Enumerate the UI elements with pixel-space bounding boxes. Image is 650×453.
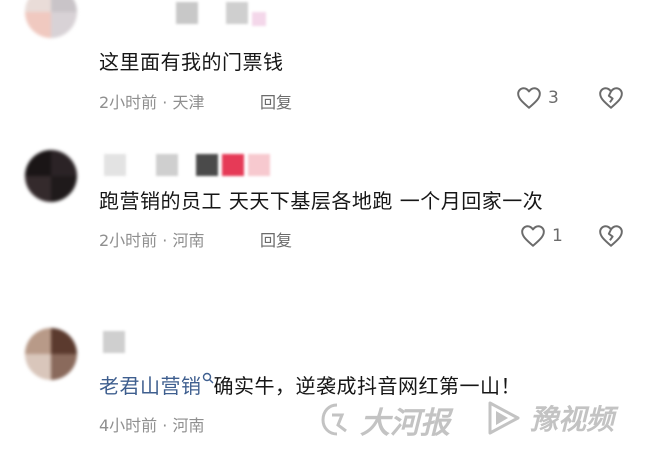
heart-outline-icon (521, 225, 545, 247)
heart-outline-icon (517, 87, 541, 109)
comment-text: 跑营销的员工 天天下基层各地跑 一个月回家一次 (99, 189, 544, 213)
reply-button[interactable]: 回复 (260, 227, 292, 251)
avatar[interactable] (25, 150, 77, 202)
username-blurred[interactable] (103, 331, 125, 353)
username-blurred[interactable] (176, 2, 266, 26)
comment-meta: 4小时前 · 河南 (99, 416, 205, 435)
avatar[interactable] (25, 0, 77, 38)
username-blurred[interactable] (104, 154, 270, 176)
yushipin-watermark: 豫视频 (484, 398, 614, 438)
play-logo-icon (488, 401, 520, 435)
dahebao-watermark: 大河报 (318, 398, 450, 442)
like-button[interactable]: 3 (516, 86, 559, 110)
reply-button[interactable]: 回复 (260, 89, 292, 113)
comment-meta: 2小时前 · 河南 (99, 231, 205, 250)
mention-link[interactable]: 老君山营销 (99, 374, 202, 398)
avatar[interactable] (25, 328, 77, 380)
broken-heart-icon[interactable] (598, 224, 624, 248)
like-button[interactable]: 1 (520, 224, 563, 248)
comment-text: 这里面有我的门票钱 (99, 50, 284, 74)
dahebao-logo-icon (321, 403, 347, 436)
broken-heart-icon[interactable] (598, 86, 624, 110)
comment-text: 老君山营销 确实牛，逆袭成抖音网红第一山！ (99, 370, 521, 399)
comment-meta: 2小时前 · 天津 (99, 93, 205, 112)
like-count: 3 (548, 88, 559, 108)
like-count: 1 (552, 226, 563, 246)
comment-body: 确实牛，逆袭成抖音网红第一山！ (213, 374, 521, 398)
search-icon (202, 372, 213, 384)
